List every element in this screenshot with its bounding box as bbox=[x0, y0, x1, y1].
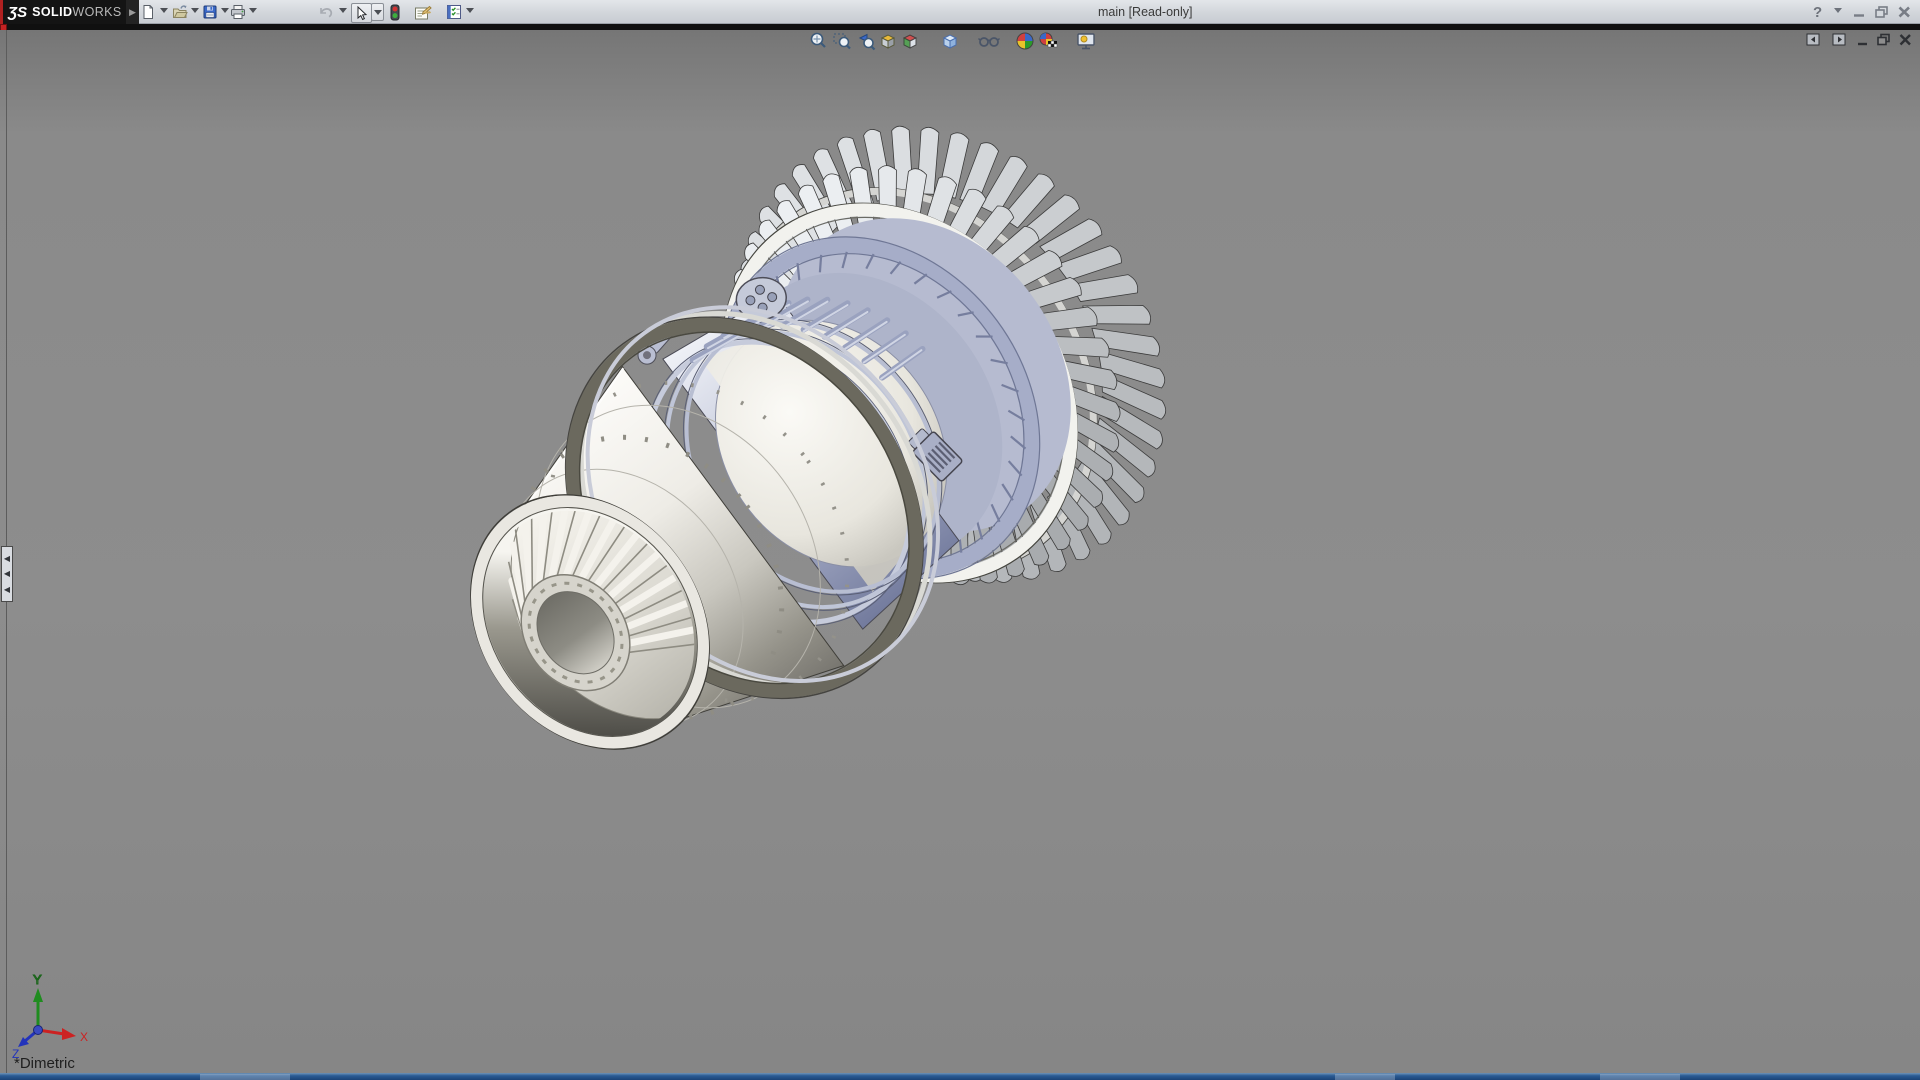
save-button[interactable] bbox=[201, 3, 219, 21]
hide-show-items-icon bbox=[978, 31, 1000, 51]
app-minimize-button[interactable] bbox=[1852, 0, 1866, 24]
zoom-to-area-icon bbox=[832, 31, 852, 51]
hide-show-items-button[interactable] bbox=[978, 31, 998, 51]
undo-icon bbox=[317, 4, 334, 20]
minimize-icon bbox=[1856, 33, 1870, 47]
help-icon: ? bbox=[1813, 4, 1822, 21]
open-dropdown[interactable] bbox=[191, 8, 199, 13]
collapse-arrow-icon: ◀ bbox=[4, 570, 10, 578]
logo-red-strip bbox=[0, 0, 3, 24]
doc-minimize-button[interactable] bbox=[1856, 33, 1871, 47]
reference-triad: Y X Z bbox=[12, 972, 88, 1061]
previous-window-icon bbox=[1806, 33, 1821, 47]
titlebar: ƷS SOLIDWORKS ▶ bbox=[0, 0, 1920, 24]
select-cursor-icon bbox=[355, 6, 369, 21]
status-bar-segment bbox=[1335, 1074, 1395, 1080]
traffic-light-button[interactable] bbox=[386, 3, 404, 21]
app-close-button[interactable] bbox=[1897, 0, 1912, 24]
edit-appearance-icon bbox=[1015, 31, 1035, 51]
next-window-icon bbox=[1832, 33, 1847, 47]
solidworks-logo: ƷS SOLIDWORKS bbox=[0, 0, 126, 24]
apply-scene-button[interactable] bbox=[1038, 31, 1058, 51]
zoom-to-fit-icon bbox=[808, 31, 828, 51]
apply-scene-icon bbox=[1038, 31, 1058, 51]
select-tool-button[interactable] bbox=[351, 3, 372, 23]
model-root[interactable] bbox=[358, 42, 1254, 882]
triad-x-label: X bbox=[80, 1030, 88, 1044]
zoom-to-fit-button[interactable] bbox=[808, 31, 828, 51]
logo-flyout-arrow[interactable]: ▶ bbox=[126, 0, 139, 24]
close-icon bbox=[1898, 33, 1913, 47]
doc-close-button[interactable] bbox=[1898, 33, 1913, 47]
graphics-viewport[interactable]: Y X Z bbox=[0, 30, 1920, 1074]
collapse-arrow-icon: ◀ bbox=[4, 586, 10, 594]
status-bar-segment bbox=[200, 1074, 290, 1080]
section-view-icon bbox=[878, 31, 898, 51]
new-document-button[interactable] bbox=[139, 3, 157, 21]
print-button[interactable] bbox=[229, 3, 247, 21]
traffic-light-icon bbox=[389, 4, 401, 21]
logo-mark: ƷS bbox=[8, 4, 27, 21]
select-tool-dropdown[interactable] bbox=[371, 3, 384, 21]
view-settings-icon bbox=[1076, 31, 1096, 51]
minimize-icon bbox=[1852, 5, 1866, 19]
new-document-dropdown[interactable] bbox=[160, 8, 168, 13]
view-orientation-label: *Dimetric bbox=[14, 1055, 75, 1072]
comment-markup-icon bbox=[414, 4, 432, 21]
triad-y-label: Y bbox=[33, 972, 42, 987]
close-icon bbox=[1897, 5, 1912, 19]
solidworks-window: { "window": { "title": "main [Read-only]… bbox=[0, 0, 1920, 1080]
logo-text-light: WORKS bbox=[72, 5, 121, 19]
restore-icon bbox=[1874, 5, 1890, 19]
view-orientation-icon bbox=[900, 31, 920, 51]
open-button[interactable] bbox=[171, 3, 189, 21]
3d-model-jet-engine[interactable]: Y X Z bbox=[0, 30, 1920, 1074]
next-window-button[interactable] bbox=[1832, 33, 1847, 47]
collapse-arrow-icon: ◀ bbox=[4, 555, 10, 563]
help-dropdown[interactable] bbox=[1834, 8, 1842, 13]
new-document-icon bbox=[140, 4, 156, 20]
section-view-button[interactable] bbox=[878, 31, 898, 51]
undo-button[interactable] bbox=[316, 3, 334, 21]
display-style-icon bbox=[940, 31, 960, 51]
status-bar-segment bbox=[1600, 1074, 1680, 1080]
zoom-to-area-button[interactable] bbox=[832, 31, 852, 51]
save-dropdown[interactable] bbox=[221, 8, 229, 13]
app-restore-button[interactable] bbox=[1874, 0, 1890, 24]
feature-panel-collapse-tab[interactable]: ◀ ◀ ◀ bbox=[1, 546, 13, 602]
doc-restore-button[interactable] bbox=[1876, 33, 1891, 47]
checklist-options-dropdown[interactable] bbox=[466, 8, 474, 13]
comment-markup-button[interactable] bbox=[414, 3, 432, 21]
print-icon bbox=[230, 4, 246, 20]
display-style-button[interactable] bbox=[940, 31, 960, 51]
open-icon bbox=[172, 4, 188, 20]
undo-dropdown[interactable] bbox=[339, 8, 347, 13]
document-title: main [Read-only] bbox=[1098, 5, 1193, 19]
help-button[interactable]: ? bbox=[1813, 0, 1822, 24]
view-settings-button[interactable] bbox=[1076, 31, 1096, 51]
edit-appearance-button[interactable] bbox=[1015, 31, 1035, 51]
view-orientation-button[interactable] bbox=[900, 31, 920, 51]
logo-text-bold: SOLID bbox=[32, 5, 72, 19]
previous-window-button[interactable] bbox=[1806, 33, 1821, 47]
previous-view-button[interactable] bbox=[856, 31, 876, 51]
previous-view-icon bbox=[856, 31, 876, 51]
checklist-options-icon bbox=[446, 4, 463, 20]
save-icon bbox=[202, 4, 218, 20]
print-dropdown[interactable] bbox=[249, 8, 257, 13]
restore-icon bbox=[1876, 33, 1892, 47]
checklist-options-button[interactable] bbox=[445, 3, 463, 21]
